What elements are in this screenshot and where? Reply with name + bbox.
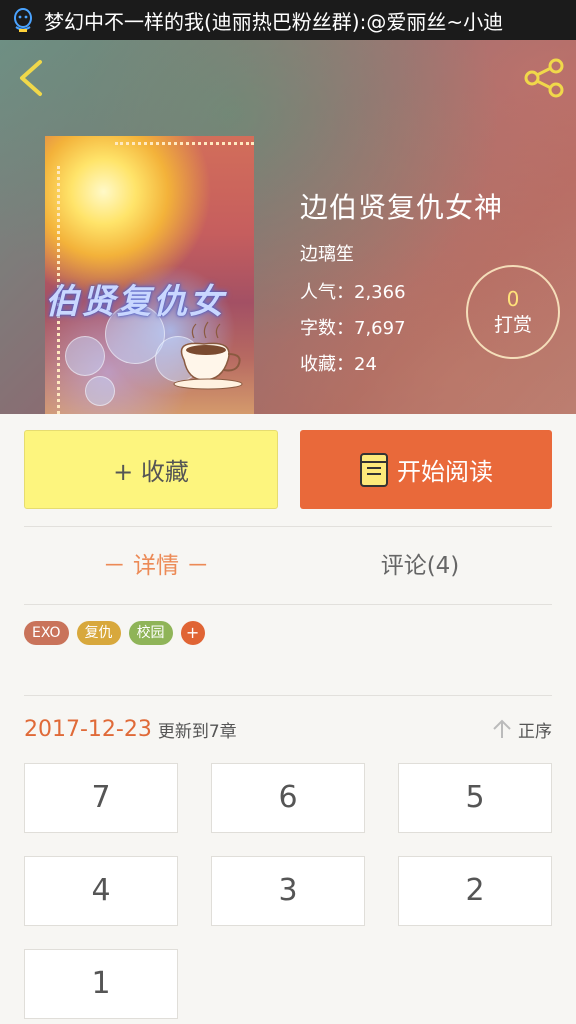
tab-details[interactable]: － 详情 － [24, 542, 288, 590]
popularity-label: 人气： [300, 282, 354, 303]
tag-campus[interactable]: 校园 [128, 621, 173, 645]
book-icon [360, 452, 388, 487]
chapter-button[interactable]: 4 [24, 856, 178, 926]
coffee-cup-icon [173, 321, 243, 390]
sort-button[interactable]: 正序 [492, 717, 552, 742]
book-header: 伯贤复仇女 边伯贤复仇女神 边璃笙 人气：2,366 字数：7,697 收藏：2… [0, 40, 576, 414]
chapter-button[interactable]: 6 [211, 763, 365, 833]
cover-title: 伯贤复仇女 [45, 282, 225, 322]
start-reading-button[interactable]: 开始阅读 [300, 430, 552, 509]
arrow-up-icon [493, 719, 511, 738]
update-info: 2017-12-23 更新到7章 正序 [24, 712, 552, 746]
divider [24, 695, 552, 696]
add-to-favorites-button[interactable]: + 收藏 [24, 430, 278, 509]
cover-bubble [85, 376, 115, 406]
chapter-button[interactable]: 2 [398, 856, 552, 926]
chapter-button[interactable]: 1 [24, 949, 178, 1019]
chapter-button[interactable]: 7 [24, 763, 178, 833]
notification-text: 梦幻中不一样的我(迪丽热巴粉丝群):@爱丽丝~小迪 [44, 9, 504, 34]
chapter-button[interactable]: 5 [398, 763, 552, 833]
sort-label: 正序 [518, 721, 552, 742]
book-author[interactable]: 边璃笙 [300, 240, 560, 266]
add-tag-button[interactable]: + [180, 621, 205, 645]
back-icon[interactable] [12, 56, 52, 100]
tag-revenge[interactable]: 复仇 [76, 621, 121, 645]
update-date: 2017-12-23 [24, 716, 152, 742]
cover-dot-border [115, 142, 254, 145]
cover-bubble [65, 336, 105, 376]
tip-label: 打赏 [493, 314, 532, 336]
tip-count: 0 [506, 287, 520, 311]
start-reading-label: 开始阅读 [397, 458, 493, 486]
tab-comments[interactable]: 评论(4) [288, 542, 552, 590]
favorites-label: 收藏： [300, 354, 354, 375]
status-bar: 梦幻中不一样的我(迪丽热巴粉丝群):@爱丽丝~小迪 [0, 0, 576, 40]
word-count-label: 字数： [300, 318, 354, 339]
qq-notification-icon [14, 8, 32, 32]
divider [24, 604, 552, 605]
word-count-value: 7,697 [354, 318, 406, 339]
divider [24, 526, 552, 527]
tag-list: EXO 复仇 校园 + [24, 621, 205, 645]
tag-exo[interactable]: EXO [24, 621, 69, 645]
book-cover[interactable]: 伯贤复仇女 [45, 136, 254, 414]
update-text: 更新到7章 [157, 721, 237, 742]
add-to-favorites-label: + 收藏 [113, 458, 189, 486]
favorites-value: 24 [354, 354, 377, 375]
chapter-button[interactable]: 3 [211, 856, 365, 926]
share-icon[interactable] [522, 58, 566, 98]
tip-button[interactable]: 0 打赏 [466, 265, 560, 359]
book-title: 边伯贤复仇女神 [300, 191, 504, 224]
popularity-value: 2,366 [354, 282, 406, 303]
